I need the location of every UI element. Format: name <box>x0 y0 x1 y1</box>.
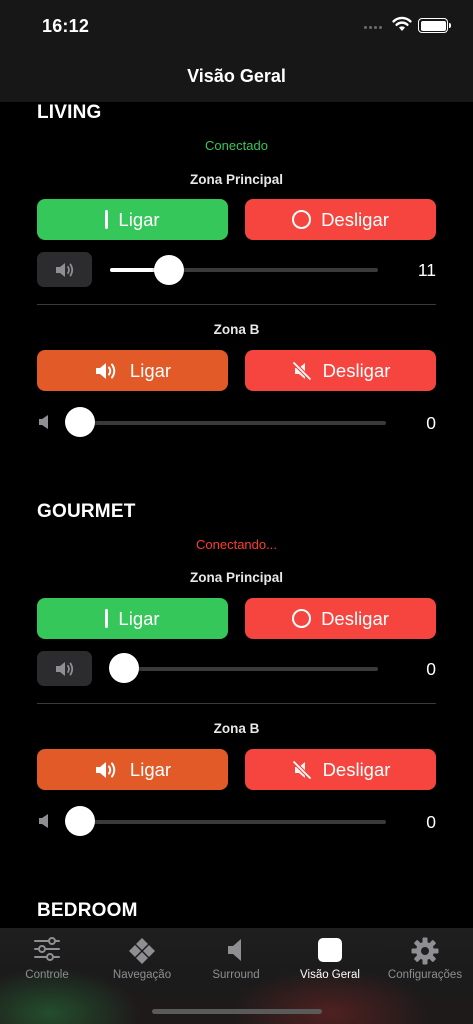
overview-list[interactable]: LIVING Conectado Zona Principal Ligar De… <box>0 102 473 928</box>
zone-title: Zona B <box>213 721 260 736</box>
gear-icon <box>411 937 439 965</box>
speaker-icon <box>39 415 48 429</box>
volume-slider-thumb[interactable] <box>153 255 184 285</box>
speaker-icon <box>55 262 73 277</box>
volume-slider[interactable] <box>65 421 386 425</box>
connection-status: Conectado <box>205 138 268 153</box>
power-on-label: Ligar <box>118 607 160 629</box>
tab-bar: Controle Navegação Surround Visão Geral … <box>0 928 473 1024</box>
battery-icon <box>418 18 451 33</box>
tab-label: Controle <box>25 969 69 981</box>
wifi-icon <box>392 16 412 31</box>
page-title: Visão Geral <box>187 66 286 86</box>
zone-title: Zona B <box>213 322 260 337</box>
tab-visao-geral[interactable]: Visão Geral <box>283 928 377 998</box>
volume-slider[interactable] <box>65 820 386 824</box>
tab-label: Visão Geral <box>300 969 360 981</box>
volume-slider-thumb[interactable] <box>109 653 139 683</box>
volume-value: 11 <box>417 260 436 280</box>
power-on-label: Ligar <box>129 758 172 780</box>
zone-title: Zona Principal <box>189 172 284 187</box>
speaker-icon <box>39 814 48 828</box>
zone-divider <box>37 304 436 305</box>
power-off-label: Desligar <box>322 758 391 780</box>
speaker-icon <box>228 939 241 961</box>
volume-value: 0 <box>426 413 436 433</box>
volume-slider[interactable] <box>110 667 378 671</box>
power-off-icon <box>292 609 312 628</box>
power-off-label: Desligar <box>321 607 389 629</box>
power-on-icon <box>105 210 109 229</box>
status-bar: 16:12 <box>0 0 473 52</box>
power-on-label: Ligar <box>129 359 172 381</box>
power-on-button[interactable]: Ligar <box>37 199 228 240</box>
power-off-icon <box>292 210 312 229</box>
section-title-gourmet: GOURMET <box>37 501 136 522</box>
tab-controle[interactable]: Controle <box>0 928 94 998</box>
tab-label: Configurações <box>387 969 463 981</box>
power-on-icon <box>105 609 109 628</box>
unmute-on-button[interactable]: Ligar <box>37 749 228 790</box>
power-off-label: Desligar <box>322 359 391 381</box>
zone-divider <box>37 703 436 704</box>
volume-value: 0 <box>426 659 436 679</box>
speaker-icon <box>55 661 73 676</box>
tab-configuracoes[interactable]: Configurações <box>378 928 472 998</box>
volume-slider[interactable] <box>110 268 378 272</box>
zone-title: Zona Principal <box>189 570 284 585</box>
cellular-signal-icon <box>364 26 386 30</box>
tab-surround[interactable]: Surround <box>189 928 283 998</box>
gamepad-icon <box>129 938 155 964</box>
section-title-living: LIVING <box>37 102 102 123</box>
mute-toggle-button[interactable] <box>37 651 92 686</box>
volume-slider-thumb[interactable] <box>65 806 95 836</box>
speaker-on-icon <box>95 761 116 778</box>
volume-slider-thumb[interactable] <box>65 407 95 437</box>
sliders-icon <box>34 937 60 961</box>
tab-navegacao[interactable]: Navegação <box>95 928 189 998</box>
power-off-button[interactable]: Desligar <box>245 598 436 639</box>
power-off-label: Desligar <box>321 208 389 230</box>
unmute-on-button[interactable]: Ligar <box>37 350 228 391</box>
power-on-label: Ligar <box>118 208 160 230</box>
power-on-button[interactable]: Ligar <box>37 598 228 639</box>
speaker-muted-icon <box>292 361 311 380</box>
speaker-on-icon <box>95 362 116 379</box>
navigation-bar: Visão Geral <box>0 52 473 102</box>
status-time: 16:12 <box>42 16 90 36</box>
tab-label: Surround <box>212 969 260 981</box>
volume-value: 0 <box>426 812 436 832</box>
speaker-muted-icon <box>292 760 311 779</box>
tab-label: Navegação <box>112 969 172 981</box>
connection-status: Conectando... <box>196 537 277 552</box>
mute-off-button[interactable]: Desligar <box>245 749 436 790</box>
power-off-button[interactable]: Desligar <box>245 199 436 240</box>
mute-off-button[interactable]: Desligar <box>245 350 436 391</box>
mute-toggle-button[interactable] <box>37 252 92 287</box>
square-icon <box>318 938 342 962</box>
home-indicator <box>152 1009 322 1014</box>
section-title-bedroom: BEDROOM <box>37 900 138 921</box>
